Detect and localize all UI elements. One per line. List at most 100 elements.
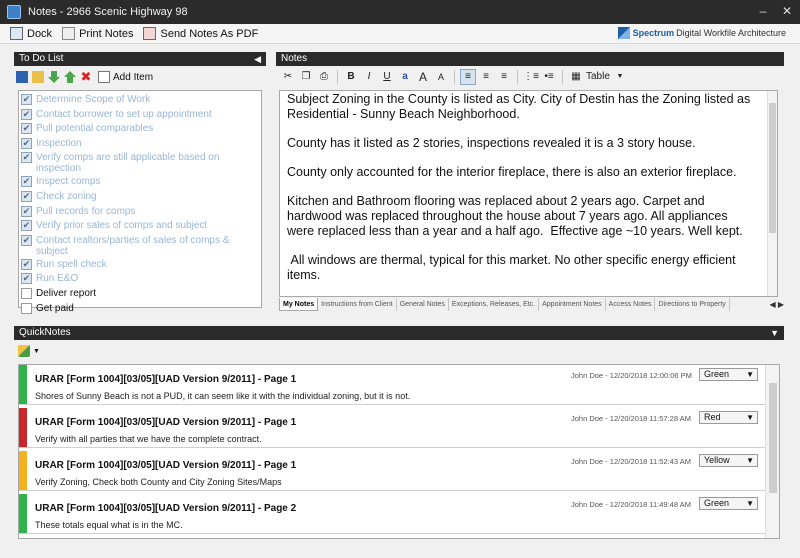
bold-button[interactable]: B <box>343 69 359 85</box>
todo-checkbox[interactable] <box>21 302 32 314</box>
todo-item[interactable]: ✔ Verify prior sales of comps and subject <box>21 220 259 235</box>
scroll-thumb[interactable] <box>769 383 777 493</box>
todo-checkbox[interactable]: ✔ <box>21 220 32 232</box>
chevron-down-icon[interactable]: ▼ <box>33 348 40 355</box>
todo-item-label: Run spell check <box>36 258 107 270</box>
notes-editor[interactable]: Subject Zoning in the County is listed a… <box>279 90 778 297</box>
todo-item[interactable]: Get paid <box>21 302 259 318</box>
minimize-icon[interactable]: – <box>756 4 770 18</box>
cut-icon[interactable]: ✂ <box>280 69 296 85</box>
notes-tab[interactable]: Exceptions, Releases, Etc. <box>449 298 540 311</box>
todo-item[interactable]: ✔ Pull records for comps <box>21 205 259 221</box>
todo-item[interactable]: ✔ Check zoning <box>21 190 259 206</box>
todo-item[interactable]: ✔ Determine Scope of Work <box>21 94 259 109</box>
todo-item-label: Contact realtors/parties of sales of com… <box>36 234 230 257</box>
todo-checkbox[interactable]: ✔ <box>21 273 32 285</box>
todo-item-label: Verify comps are still applicable based … <box>36 152 220 175</box>
todo-item[interactable]: Deliver report <box>21 287 259 303</box>
todo-checkbox[interactable]: ✔ <box>21 190 32 202</box>
quicknotes-scrollbar[interactable] <box>765 365 779 538</box>
table-icon[interactable]: ▦ <box>568 69 584 85</box>
quicknote-status-select[interactable]: Yellow ▼ <box>699 454 758 467</box>
todo-item-label: Inspect comps <box>36 176 101 188</box>
folder-icon[interactable] <box>32 71 44 83</box>
notes-tab[interactable]: Access Notes <box>606 298 656 311</box>
todo-item[interactable]: ✔ Run spell check <box>21 258 259 274</box>
todo-checkbox[interactable]: ✔ <box>21 258 32 270</box>
quicknote-status-value: Red <box>704 412 721 422</box>
notes-tab[interactable]: General Notes <box>397 298 449 311</box>
quicknote-row[interactable]: URAR [Form 1004][03/05][UAD Version 9/20… <box>19 365 765 405</box>
todo-checkbox[interactable]: ✔ <box>21 234 32 246</box>
todo-checkbox[interactable]: ✔ <box>21 108 32 120</box>
collapse-down-icon[interactable]: ▼ <box>770 326 779 340</box>
chevron-down-icon: ▼ <box>746 456 754 465</box>
quicknote-status-select[interactable]: Green ▼ <box>699 497 758 510</box>
notes-tabs: My Notes Instructions from Client General … <box>279 298 778 311</box>
todo-item[interactable]: ✔ Contact borrower to set up appointment <box>21 108 259 124</box>
todo-item[interactable]: ✔ Run E&O <box>21 273 259 288</box>
todo-checkbox[interactable]: ✔ <box>21 137 32 149</box>
notes-scrollbar[interactable] <box>767 91 777 296</box>
collapse-left-icon[interactable]: ◀ <box>254 52 261 66</box>
print-notes-button[interactable]: Print Notes <box>62 27 133 40</box>
brand-strong: Spectrum <box>632 28 675 38</box>
todo-item[interactable]: ✔ Inspection <box>21 137 259 153</box>
todo-item[interactable]: ✔ Pull potential comparables <box>21 123 259 138</box>
quicknote-row[interactable]: URAR [Form 1004][03/05][UAD Version 9/20… <box>19 494 765 534</box>
font-color-icon[interactable]: a <box>397 69 413 85</box>
todo-checkbox[interactable]: ✔ <box>21 152 32 164</box>
dock-label: Dock <box>27 27 53 40</box>
align-left-icon[interactable]: ≡ <box>460 69 476 85</box>
delete-icon[interactable]: ✖ <box>80 70 92 83</box>
todo-checkbox[interactable]: ✔ <box>21 94 32 105</box>
quicknotes-toolbar: ▼ <box>14 342 114 360</box>
bullet-list-icon[interactable]: •≡ <box>541 69 557 85</box>
title-bar: Notes - 2966 Scenic Highway 98 – ✕ <box>0 0 800 24</box>
notes-tab[interactable]: Directions to Property <box>655 298 730 311</box>
quicknote-row[interactable]: URAR [Form 1004][03/05][UAD Version 9/20… <box>19 408 765 448</box>
table-button[interactable]: Table <box>586 69 610 85</box>
dock-button[interactable]: Dock <box>10 27 52 40</box>
close-icon[interactable]: ✕ <box>780 4 794 18</box>
copy-icon[interactable]: ❐ <box>298 69 314 85</box>
add-item-button[interactable]: Add Item <box>113 72 153 83</box>
todo-item[interactable]: ✔ Contact realtors/parties of sales of co… <box>21 234 259 259</box>
font-grow-button[interactable]: A <box>415 69 431 85</box>
todo-item-label: Run E&O <box>36 273 79 285</box>
chevron-down-icon[interactable]: ▼ <box>612 69 628 85</box>
todo-checkbox[interactable]: ✔ <box>21 123 32 135</box>
quicknote-row[interactable]: URAR [Form 1004][03/05][UAD Version 9/20… <box>19 451 765 491</box>
add-item-icon[interactable] <box>98 71 110 83</box>
quicknote-text: These totals equal what is in the MC. <box>35 520 183 530</box>
quicknote-status-select[interactable]: Green ▼ <box>699 368 758 381</box>
scroll-thumb[interactable] <box>769 103 776 233</box>
numbered-list-icon[interactable]: ⋮≡ <box>523 69 539 85</box>
todo-item-label: Inspection <box>36 137 82 149</box>
save-icon[interactable] <box>16 71 28 83</box>
arrow-up-icon[interactable] <box>64 71 76 83</box>
notes-paragraph: County only accounted for the interior f… <box>287 165 737 179</box>
quicknotes-list: URAR [Form 1004][03/05][UAD Version 9/20… <box>18 364 780 539</box>
todo-item[interactable]: ✔ Verify comps are still applicable based… <box>21 152 259 176</box>
font-shrink-button[interactable]: A <box>433 69 449 85</box>
new-quicknote-icon[interactable] <box>18 345 30 357</box>
underline-button[interactable]: U <box>379 69 395 85</box>
notes-tab[interactable]: Instructions from Client <box>318 298 397 311</box>
align-center-icon[interactable]: ≡ <box>478 69 494 85</box>
quicknote-status-select[interactable]: Red ▼ <box>699 411 758 424</box>
todo-item[interactable]: ✔ Inspect comps <box>21 176 259 191</box>
notes-tab[interactable]: My Notes <box>279 298 319 311</box>
arrow-down-icon[interactable] <box>48 71 60 83</box>
send-pdf-button[interactable]: Send Notes As PDF <box>143 27 258 40</box>
separator <box>337 70 338 84</box>
notes-tab[interactable]: Appointment Notes <box>539 298 606 311</box>
quicknote-title: URAR [Form 1004][03/05][UAD Version 9/20… <box>35 417 297 428</box>
paste-icon[interactable]: ⎙ <box>316 69 332 85</box>
todo-checkbox[interactable]: ✔ <box>21 176 32 188</box>
tab-scroll-arrows[interactable]: ◀ ▶ <box>769 298 784 311</box>
todo-checkbox[interactable]: ✔ <box>21 205 32 217</box>
todo-checkbox[interactable] <box>21 287 32 299</box>
italic-button[interactable]: I <box>361 69 377 85</box>
align-right-icon[interactable]: ≡ <box>496 69 512 85</box>
